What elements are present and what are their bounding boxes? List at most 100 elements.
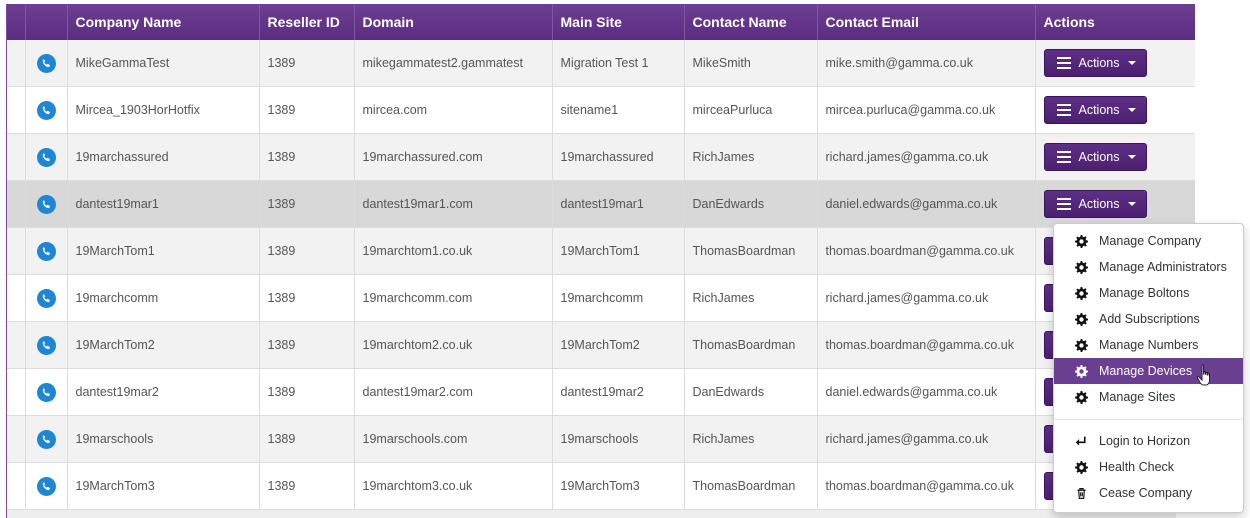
main-site-cell: 19marchassured — [552, 133, 685, 181]
phone-icon[interactable] — [36, 147, 56, 167]
actions-cell: Actions — [1035, 180, 1195, 228]
scrollbar-track[interactable] — [6, 510, 1176, 518]
phone-icon-cell — [25, 462, 68, 510]
phone-icon[interactable] — [36, 382, 56, 402]
menu-item-add-subscriptions[interactable]: Add Subscriptions — [1054, 306, 1243, 332]
company-name-cell: MikeGammaTest — [67, 40, 260, 87]
row-select-cell — [7, 415, 26, 463]
contact-email-cell: thomas.boardman@gamma.co.uk — [817, 462, 1036, 510]
reseller-id-cell: 1389 — [259, 227, 355, 275]
header-actions: Actions — [1035, 4, 1195, 40]
menu-item-label: Add Subscriptions — [1099, 312, 1200, 326]
reseller-id-cell: 1389 — [259, 40, 355, 87]
caret-down-icon — [1127, 155, 1136, 159]
table-row[interactable]: 19marschools 1389 19marschools.com 19marsch… — [7, 415, 1195, 463]
hamburger-icon — [1056, 195, 1071, 213]
table-header-row: Company Name Reseller ID Domain Main Sit… — [7, 4, 1195, 40]
menu-item-cease-company[interactable]: Cease Company — [1054, 480, 1243, 506]
phone-icon[interactable] — [36, 100, 56, 120]
header-reseller-id[interactable]: Reseller ID — [259, 4, 355, 40]
domain-cell: 19marchtom3.co.uk — [354, 462, 553, 510]
menu-item-label: Manage Administrators — [1099, 260, 1227, 274]
menu-item-manage-devices[interactable]: Manage Devices — [1054, 358, 1243, 384]
reseller-id-cell: 1389 — [259, 462, 355, 510]
phone-icon-cell — [25, 86, 68, 134]
menu-item-manage-numbers[interactable]: Manage Numbers — [1054, 332, 1243, 358]
menu-item-manage-boltons[interactable]: Manage Boltons — [1054, 280, 1243, 306]
reseller-id-cell: 1389 — [259, 368, 355, 416]
domain-cell: 19marschools.com — [354, 415, 553, 463]
actions-cell: Actions — [1035, 40, 1195, 87]
actions-button[interactable]: Actions — [1043, 49, 1147, 77]
menu-item-label: Manage Boltons — [1099, 286, 1190, 300]
row-select-cell — [7, 40, 26, 87]
phone-icon[interactable] — [36, 429, 56, 449]
trash-icon — [1073, 486, 1089, 500]
table-row[interactable]: 19MarchTom1 1389 19marchtom1.co.uk 19MarchT… — [7, 227, 1195, 275]
table-row[interactable]: 19MarchTom3 1389 19marchtom3.co.uk 19MarchT… — [7, 462, 1195, 510]
domain-cell: 19marchtom2.co.uk — [354, 321, 553, 369]
table-row[interactable]: dantest19mar1 1389 dantest19mar1.com dantes… — [7, 180, 1195, 228]
gear-icon — [1073, 260, 1089, 275]
header-domain[interactable]: Domain — [354, 4, 553, 40]
header-main-site[interactable]: Main Site — [552, 4, 685, 40]
row-select-cell — [7, 133, 26, 181]
phone-icon-cell — [25, 227, 68, 275]
gear-icon — [1073, 338, 1089, 353]
phone-icon-cell — [25, 415, 68, 463]
actions-button[interactable]: Actions — [1043, 96, 1147, 124]
contact-name-cell: DanEdwards — [684, 180, 818, 228]
menu-item-manage-sites[interactable]: Manage Sites — [1054, 384, 1243, 410]
phone-icon[interactable] — [36, 476, 56, 496]
menu-item-label: Cease Company — [1099, 486, 1193, 500]
header-icon-col — [25, 4, 68, 40]
reseller-id-cell: 1389 — [259, 180, 355, 228]
domain-cell: 19marchcomm.com — [354, 274, 553, 322]
reseller-id-cell: 1389 — [259, 86, 355, 134]
hamburger-icon — [1056, 54, 1071, 72]
menu-item-health-check[interactable]: Health Check — [1054, 454, 1243, 480]
phone-icon[interactable] — [36, 241, 56, 261]
menu-item-label: Manage Company — [1099, 234, 1202, 248]
actions-cell: Actions — [1035, 133, 1195, 181]
table-row[interactable]: 19marchcomm 1389 19marchcomm.com 19marchcom… — [7, 274, 1195, 322]
contact-email-cell: mircea.purluca@gamma.co.uk — [817, 86, 1036, 134]
phone-icon[interactable] — [36, 288, 56, 308]
domain-cell: mikegammatest2.gammatest — [354, 40, 553, 87]
main-site-cell: 19MarchTom2 — [552, 321, 685, 369]
menu-group-manage: Manage Company Manage Administrators Manag… — [1054, 228, 1243, 410]
menu-item-manage-administrators[interactable]: Manage Administrators — [1054, 254, 1243, 280]
company-name-cell: 19MarchTom2 — [67, 321, 260, 369]
table-row[interactable]: MikeGammaTest 1389 mikegammatest2.gammates… — [7, 40, 1195, 87]
gear-icon — [1073, 364, 1089, 379]
phone-icon-cell — [25, 368, 68, 416]
menu-item-login-to-horizon[interactable]: Login to Horizon — [1054, 428, 1243, 454]
header-contact-name[interactable]: Contact Name — [684, 4, 818, 40]
contact-name-cell: ThomasBoardman — [684, 462, 818, 510]
actions-button-label: Actions — [1078, 56, 1120, 70]
login-arrow-icon — [1073, 434, 1089, 448]
phone-icon[interactable] — [36, 53, 56, 73]
header-contact-email[interactable]: Contact Email — [817, 4, 1036, 40]
caret-down-icon — [1127, 61, 1136, 65]
contact-name-cell: MikeSmith — [684, 40, 818, 87]
table-row[interactable]: Mircea_1903HorHotfix 1389 mircea.com sitena… — [7, 86, 1195, 134]
contact-name-cell: DanEdwards — [684, 368, 818, 416]
actions-button[interactable]: Actions — [1043, 143, 1147, 171]
menu-item-label: Login to Horizon — [1099, 434, 1191, 448]
row-select-cell — [7, 180, 26, 228]
menu-item-manage-company[interactable]: Manage Company — [1054, 228, 1243, 254]
phone-icon-cell — [25, 321, 68, 369]
main-site-cell: dantest19mar2 — [552, 368, 685, 416]
actions-button[interactable]: Actions — [1043, 190, 1147, 218]
main-site-cell: 19MarchTom3 — [552, 462, 685, 510]
table-row[interactable]: 19MarchTom2 1389 19marchtom2.co.uk 19MarchT… — [7, 321, 1195, 369]
gear-icon — [1073, 286, 1089, 301]
contact-name-cell: RichJames — [684, 274, 818, 322]
table-row[interactable]: 19marchassured 1389 19marchassured.com 19ma… — [7, 133, 1195, 181]
company-name-cell: 19marschools — [67, 415, 260, 463]
header-company-name[interactable]: Company Name — [67, 4, 260, 40]
table-row[interactable]: dantest19mar2 1389 dantest19mar2.com dantes… — [7, 368, 1195, 416]
phone-icon[interactable] — [36, 335, 56, 355]
phone-icon[interactable] — [36, 194, 56, 214]
